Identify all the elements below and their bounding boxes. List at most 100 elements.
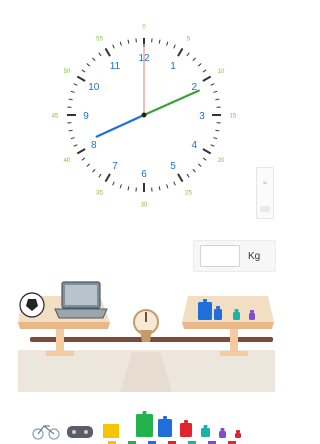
clock-tick bbox=[104, 47, 111, 57]
clock-tick bbox=[173, 181, 176, 186]
red-weight-icon[interactable] bbox=[180, 420, 192, 437]
clock-tick bbox=[127, 186, 130, 191]
minute-label: 25 bbox=[185, 191, 192, 197]
clock-tick bbox=[76, 75, 86, 82]
clock-tick bbox=[166, 184, 169, 189]
right-pan-pillar bbox=[230, 326, 238, 356]
blue-weight-icon[interactable] bbox=[158, 416, 172, 437]
clock-tick bbox=[197, 163, 202, 167]
teal-weight-handle bbox=[203, 425, 208, 428]
clock-tick bbox=[177, 47, 184, 57]
clock-tick bbox=[76, 148, 86, 155]
hour-number: 6 bbox=[141, 169, 147, 180]
laptop-keyboard bbox=[54, 308, 108, 319]
side-toggle[interactable]: ≈ bbox=[256, 167, 274, 219]
left-pan-pillar bbox=[56, 326, 64, 356]
weight-purple bbox=[249, 313, 255, 320]
right-pan-foot bbox=[220, 351, 248, 356]
right-pan-back bbox=[182, 296, 274, 322]
hour-number: 10 bbox=[88, 82, 100, 93]
clock-tick bbox=[158, 39, 161, 44]
weight-small-icon[interactable] bbox=[214, 306, 222, 320]
clock-tick bbox=[112, 44, 115, 49]
clock-tick bbox=[86, 163, 91, 167]
clock-tick bbox=[119, 41, 122, 46]
clock-tick bbox=[202, 148, 212, 155]
minute-label: 30 bbox=[141, 203, 148, 209]
green-weight bbox=[136, 414, 153, 437]
weight-readout: Kg bbox=[193, 240, 276, 272]
weight-large-icon[interactable] bbox=[198, 299, 212, 320]
minute-label: 20 bbox=[218, 158, 225, 164]
scale-gauge bbox=[133, 309, 159, 335]
laptop-icon[interactable] bbox=[54, 281, 108, 319]
clock-tick bbox=[73, 144, 78, 147]
minute-label: 55 bbox=[96, 36, 103, 42]
green-weight-handle bbox=[142, 411, 147, 414]
clock-tick bbox=[202, 157, 207, 161]
clock-tick bbox=[210, 144, 215, 147]
weight-purple-handle bbox=[250, 310, 254, 313]
hour-number: 1 bbox=[170, 61, 176, 72]
hour-number: 3 bbox=[199, 111, 205, 122]
laptop-screen bbox=[61, 281, 101, 309]
clock-tick bbox=[70, 137, 75, 140]
clock-tick bbox=[202, 75, 212, 82]
hour-number: 9 bbox=[83, 111, 89, 122]
weight-small-handle bbox=[216, 306, 220, 309]
clock-tick bbox=[202, 69, 207, 73]
weight-input[interactable] bbox=[200, 245, 240, 267]
minute-label: 0 bbox=[142, 25, 146, 31]
yellow-block bbox=[103, 424, 119, 438]
clock-tick bbox=[68, 98, 73, 101]
teal-weight-icon[interactable] bbox=[201, 425, 210, 437]
hour-number: 8 bbox=[91, 140, 97, 151]
clock-tick bbox=[173, 44, 176, 49]
clock-tick bbox=[215, 98, 220, 101]
clock-tick bbox=[215, 129, 220, 132]
weight-large-handle bbox=[203, 299, 207, 302]
weight-teal bbox=[233, 312, 240, 320]
clock-tick bbox=[119, 184, 122, 189]
clock-tick bbox=[112, 181, 115, 186]
small-red-weight bbox=[235, 433, 241, 438]
side-toggle-hint: ≈ bbox=[263, 180, 267, 187]
bicycle-frame bbox=[37, 425, 55, 435]
small-red-weight-handle bbox=[236, 430, 240, 433]
small-red-weight-icon[interactable] bbox=[235, 430, 241, 438]
right-pan[interactable] bbox=[182, 322, 274, 329]
green-weight-icon[interactable] bbox=[136, 411, 153, 437]
weight-teal-handle bbox=[234, 309, 239, 312]
minute-hand[interactable] bbox=[142, 89, 200, 117]
clock-tick bbox=[210, 83, 215, 86]
clock-tick bbox=[92, 57, 96, 62]
clock-tick bbox=[127, 39, 130, 44]
gamepad-stick bbox=[72, 430, 76, 434]
clock-tick bbox=[70, 90, 75, 93]
bicycle-icon[interactable] bbox=[32, 425, 60, 440]
blue-weight bbox=[158, 419, 172, 437]
gamepad-icon[interactable] bbox=[67, 426, 93, 438]
clock-tick bbox=[166, 41, 169, 46]
yellow-block-icon[interactable] bbox=[103, 424, 119, 438]
laptop-display bbox=[65, 285, 97, 305]
bicycle-wheel bbox=[48, 428, 60, 440]
scale-beam bbox=[30, 337, 273, 342]
blue-weight-handle bbox=[163, 416, 167, 419]
item-tray bbox=[32, 411, 241, 444]
clock-tick bbox=[73, 83, 78, 86]
minute-label: 35 bbox=[96, 191, 103, 197]
clock-tick bbox=[192, 57, 196, 62]
weight-teal-icon[interactable] bbox=[233, 309, 240, 320]
hour-hand[interactable] bbox=[95, 113, 146, 138]
weight-unit: Kg bbox=[248, 250, 261, 262]
purple-weight-icon[interactable] bbox=[219, 428, 226, 438]
side-toggle-knob[interactable] bbox=[260, 206, 270, 212]
clock-tick bbox=[92, 168, 96, 173]
clock-tick bbox=[186, 173, 190, 178]
clock-tick bbox=[192, 168, 196, 173]
left-pan[interactable] bbox=[18, 322, 110, 329]
weight-purple-icon[interactable] bbox=[249, 310, 255, 320]
soccer-ball-icon[interactable] bbox=[19, 292, 45, 318]
soccer-ball-patch bbox=[26, 299, 38, 311]
